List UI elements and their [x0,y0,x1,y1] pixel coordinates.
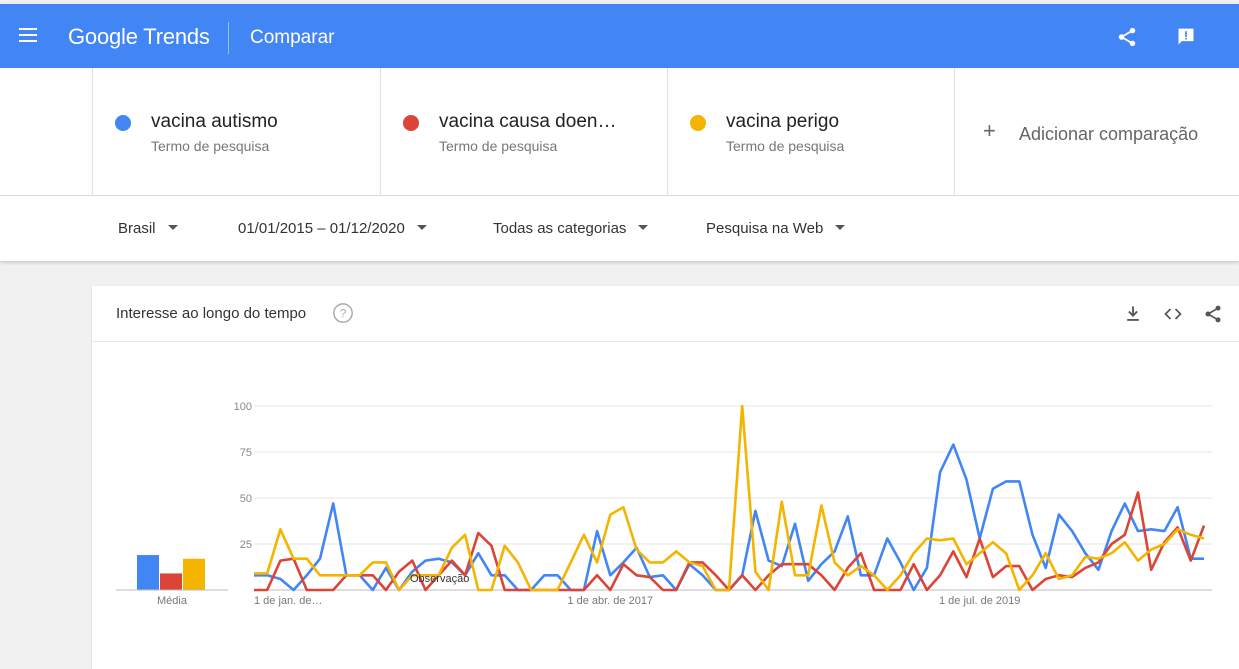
region-dropdown[interactable]: Brasil [118,220,178,237]
search-type-dropdown[interactable]: Pesquisa na Web [706,220,846,237]
series-line [254,443,1204,592]
page-title: Comparar [250,27,335,48]
embed-code-icon[interactable] [1163,304,1183,324]
term-name[interactable]: vacina perigo [726,111,839,133]
y-tick-label: 75 [240,447,252,459]
filters-bar: Brasil 01/01/2015 – 01/12/2020 Todas as … [0,196,1239,261]
header-divider [228,22,229,54]
term-card-3[interactable]: vacina perigo Termo de pesquisa [667,68,955,196]
interest-line-chart[interactable]: 100 75 50 25 1 de jan. de… 1 de abr. de 2017 1… [92,342,1239,669]
share-icon[interactable] [1116,26,1138,48]
y-tick-label: 25 [240,539,252,551]
date-range-dropdown[interactable]: 01/01/2015 – 01/12/2020 [238,220,427,237]
term-type: Termo de pesquisa [151,138,270,154]
average-bar [160,573,182,590]
category-value: Todas as categorias [493,220,627,237]
region-value: Brasil [118,220,156,237]
chevron-down-icon [638,224,649,230]
term-type: Termo de pesquisa [439,138,558,154]
add-comparison-label: Adicionar comparação [1019,124,1199,144]
average-bar [183,558,205,590]
x-tick-label: 1 de jan. de… [254,595,323,607]
svg-text:?: ? [340,307,347,321]
term-color-dot [403,115,419,131]
download-icon[interactable] [1123,304,1143,324]
share-icon[interactable] [1203,304,1223,324]
top-app-bar: Google Trends Comparar [0,4,1239,68]
plus-icon: + [983,118,996,143]
card-title: Interesse ao longo do tempo [116,305,307,322]
y-tick-label: 100 [234,401,252,413]
card-header: Interesse ao longo do tempo ? [92,286,1239,342]
feedback-icon[interactable] [1175,27,1197,47]
y-tick-label: 50 [240,493,252,505]
x-tick-label: 1 de abr. de 2017 [567,595,653,607]
term-color-dot [690,115,706,131]
average-bar [137,555,159,590]
term-card-2[interactable]: vacina causa doen… Termo de pesquisa [380,68,668,196]
brand-trends: Trends [143,24,210,49]
term-card-1[interactable]: vacina autismo Termo de pesquisa [92,68,380,196]
brand-google: Google [68,24,138,49]
comparison-terms-bar: vacina autismo Termo de pesquisa vacina … [0,68,1239,196]
search-type-value: Pesquisa na Web [706,220,824,237]
interest-over-time-card: Interesse ao longo do tempo ? 100 75 50 25 1… [92,286,1239,669]
category-dropdown[interactable]: Todas as categorias [493,220,649,237]
chevron-down-icon [416,224,427,230]
google-trends-logo[interactable]: Google Trends [68,24,210,50]
term-name[interactable]: vacina autismo [151,111,278,133]
chevron-down-icon [167,224,178,230]
date-range-value: 01/01/2015 – 01/12/2020 [238,220,405,237]
average-label: Média [157,595,188,607]
term-type: Termo de pesquisa [726,138,845,154]
menu-icon[interactable] [19,28,37,44]
annotation-label: Observação [410,573,469,585]
help-icon[interactable]: ? [332,302,354,324]
term-name[interactable]: vacina causa doen… [439,111,616,133]
x-tick-label: 1 de jul. de 2019 [939,595,1020,607]
add-comparison-button[interactable]: + Adicionar comparação [954,68,1239,196]
chevron-down-icon [835,224,846,230]
term-color-dot [115,115,131,131]
